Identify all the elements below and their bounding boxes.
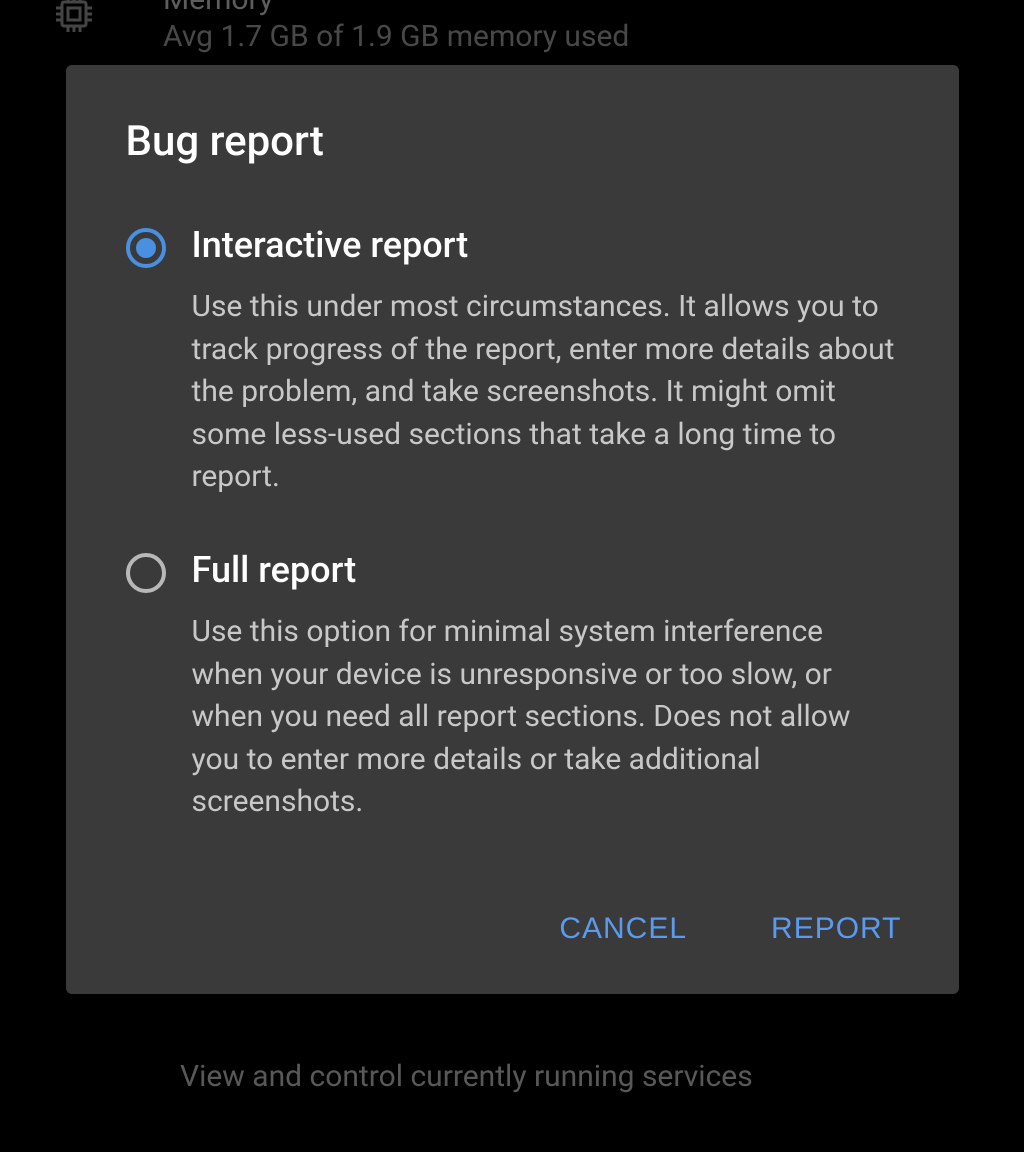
- radio-button-unselected[interactable]: [126, 553, 166, 593]
- dialog-actions: CANCEL REPORT: [66, 874, 959, 964]
- bug-report-dialog: Bug report Interactive report Use this u…: [66, 65, 959, 994]
- full-report-option[interactable]: Full report Use this option for minimal …: [66, 549, 959, 824]
- interactive-report-option[interactable]: Interactive report Use this under most c…: [66, 224, 959, 499]
- radio-button-selected[interactable]: [126, 228, 166, 268]
- dialog-title: Bug report: [66, 117, 959, 166]
- option-title: Interactive report: [192, 224, 899, 266]
- option-title: Full report: [192, 549, 899, 591]
- dialog-overlay: Bug report Interactive report Use this u…: [0, 0, 1024, 1152]
- option-description: Use this under most circumstances. It al…: [192, 286, 899, 499]
- cancel-button[interactable]: CANCEL: [547, 894, 699, 964]
- report-button[interactable]: REPORT: [759, 894, 913, 964]
- option-description: Use this option for minimal system inter…: [192, 611, 899, 824]
